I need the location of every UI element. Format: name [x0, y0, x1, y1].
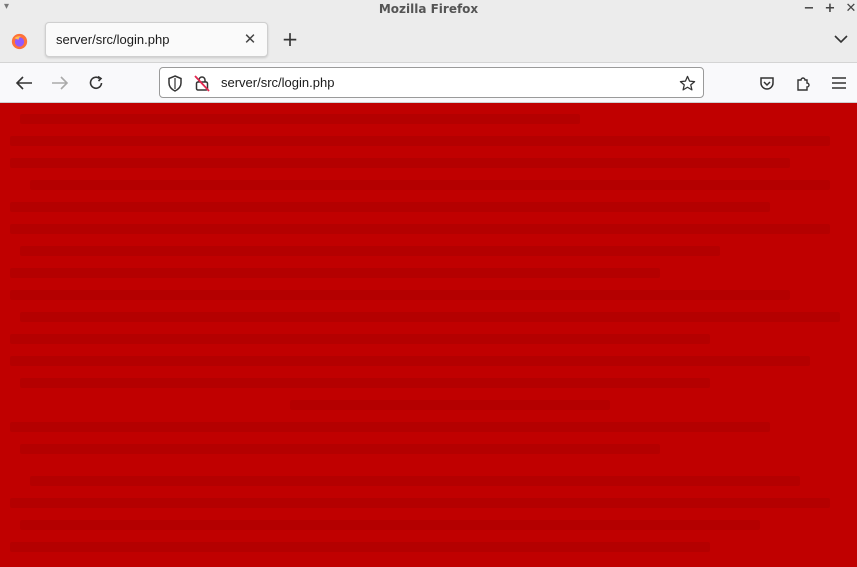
- back-arrow-icon[interactable]: [14, 73, 34, 93]
- tab-bar: server/src/login.php ✕ +: [0, 17, 857, 63]
- maximize-icon[interactable]: +: [822, 0, 838, 17]
- shield-icon[interactable]: [166, 74, 184, 92]
- close-icon[interactable]: ✕: [843, 0, 857, 17]
- insecure-lock-icon[interactable]: [193, 74, 211, 92]
- active-tab[interactable]: server/src/login.php ✕: [45, 22, 268, 57]
- reload-icon[interactable]: [86, 73, 106, 93]
- minimize-icon[interactable]: −: [801, 0, 817, 17]
- extensions-icon[interactable]: [793, 73, 813, 93]
- url-text[interactable]: server/src/login.php: [221, 75, 334, 90]
- navigation-toolbar: server/src/login.php: [0, 63, 857, 103]
- star-icon[interactable]: [678, 74, 696, 92]
- firefox-logo-icon: [11, 33, 28, 50]
- page-content: [0, 104, 857, 567]
- hamburger-menu-icon[interactable]: [829, 73, 849, 93]
- new-tab-icon[interactable]: +: [280, 27, 300, 51]
- chevron-down-icon[interactable]: [831, 29, 851, 49]
- window-titlebar: ▾ Mozilla Firefox − + ✕: [0, 0, 857, 17]
- window-title: Mozilla Firefox: [378, 1, 479, 16]
- tab-title: server/src/login.php: [56, 32, 170, 47]
- window-menu-icon[interactable]: ▾: [4, 1, 9, 12]
- forward-arrow-icon[interactable]: [50, 73, 70, 93]
- url-bar[interactable]: server/src/login.php: [159, 67, 704, 98]
- tab-close-icon[interactable]: ✕: [241, 30, 259, 48]
- pocket-icon[interactable]: [757, 73, 777, 93]
